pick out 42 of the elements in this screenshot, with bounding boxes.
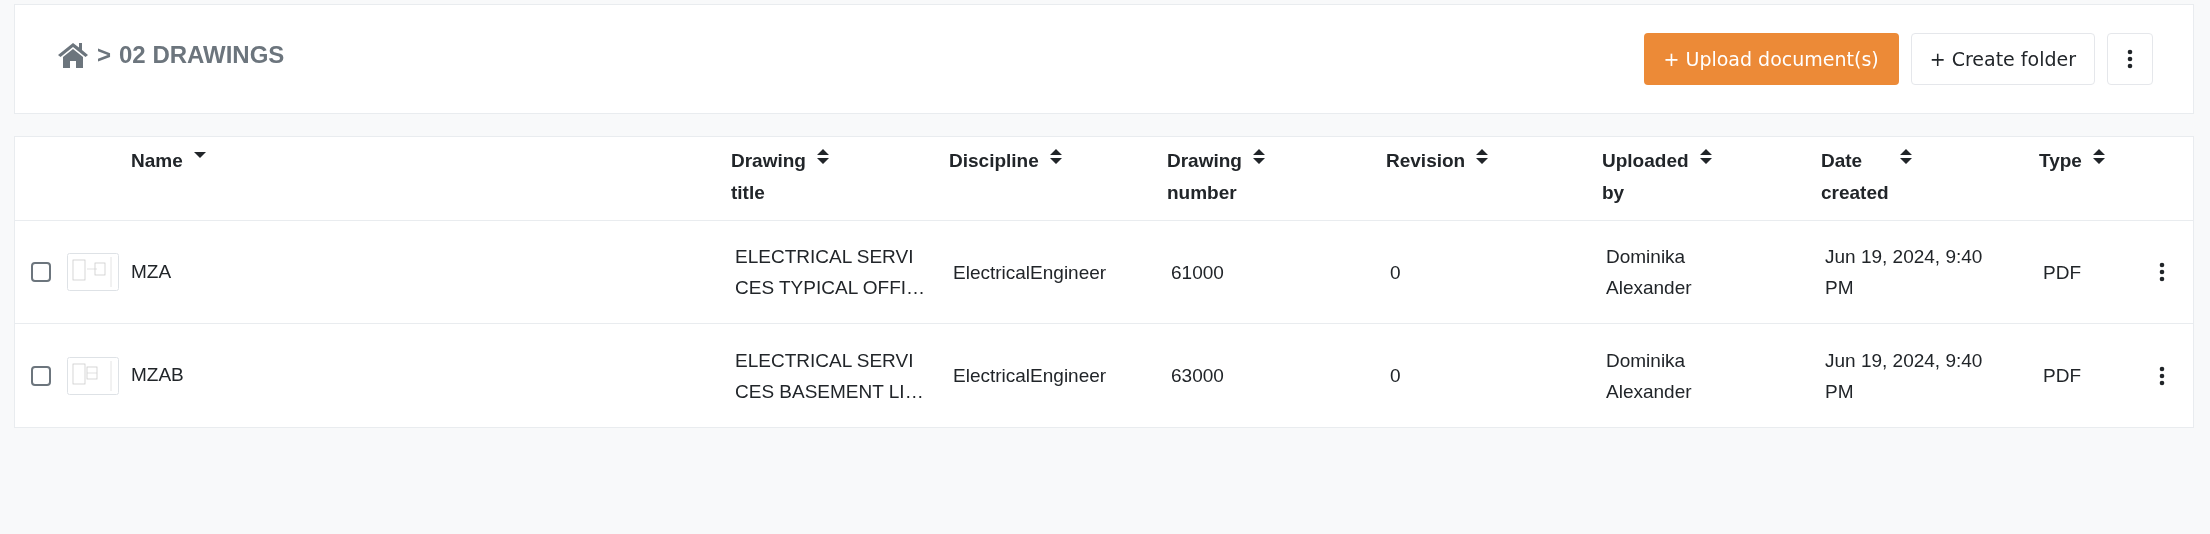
- table-cell-text: 0: [1389, 260, 1401, 285]
- table-cell-text: Jun 19, 2024, 9:40 PM: [1824, 348, 1984, 404]
- create-folder-button[interactable]: + Create folder: [1910, 33, 2095, 85]
- row-checkbox[interactable]: [31, 365, 51, 386]
- column-header[interactable]: Uploaded by: [1602, 145, 1689, 209]
- sort-icon[interactable]: [1698, 148, 1713, 165]
- row-menu-icon[interactable]: [2159, 365, 2165, 386]
- sort-icon[interactable]: [1048, 148, 1063, 165]
- column-header[interactable]: Date created: [1821, 145, 1889, 209]
- breadcrumb-separator: >: [97, 40, 111, 70]
- column-header[interactable]: Discipline: [949, 145, 1039, 177]
- file-name[interactable]: MZAB: [131, 361, 184, 390]
- sort-icon[interactable]: [1475, 148, 1490, 165]
- sort-icon[interactable]: [1898, 148, 1913, 165]
- column-header[interactable]: Type: [2039, 145, 2082, 177]
- sort-icon[interactable]: [1251, 148, 1266, 165]
- column-header[interactable]: Drawing number: [1167, 145, 1242, 209]
- table-cell-text: ElectricalEngineer: [952, 260, 1107, 285]
- row-checkbox[interactable]: [31, 262, 51, 282]
- breadcrumb-current: 02 DRAWINGS: [119, 40, 285, 70]
- column-header[interactable]: Name: [131, 145, 183, 177]
- drawing-title-cell-text: ELECTRICAL SERVI CES BASEMENT LI…: [734, 348, 924, 404]
- table-cell-text: Dominika Alexander: [1605, 348, 1693, 404]
- table-cell-text: 0: [1389, 364, 1401, 388]
- table-cell-text: PDF: [2042, 260, 2081, 285]
- column-header[interactable]: Revision: [1386, 145, 1466, 177]
- table-cell-text: 63000: [1170, 364, 1224, 388]
- table-cell-text: Dominika Alexander: [1605, 245, 1693, 300]
- more-icon[interactable]: [2127, 49, 2133, 69]
- table-cell-text: Jun 19, 2024, 9:40 PM: [1824, 245, 1984, 300]
- drawing-title-cell-text: ELECTRICAL SERVI CES TYPICAL OFFI…: [734, 245, 926, 300]
- sort-icon[interactable]: [815, 148, 830, 165]
- column-header[interactable]: Drawing title: [731, 145, 806, 209]
- drawing-thumbnail: [67, 356, 119, 395]
- home-icon[interactable]: [57, 41, 89, 69]
- table-cell-text: PDF: [2042, 364, 2081, 388]
- file-name[interactable]: MZA: [131, 257, 172, 287]
- table-cell-text: ElectricalEngineer: [952, 364, 1107, 388]
- row-menu-icon[interactable]: [2159, 262, 2165, 282]
- drawing-thumbnail: [67, 253, 119, 291]
- sort-icon[interactable]: [2091, 148, 2106, 165]
- table-cell-text: 61000: [1170, 260, 1224, 285]
